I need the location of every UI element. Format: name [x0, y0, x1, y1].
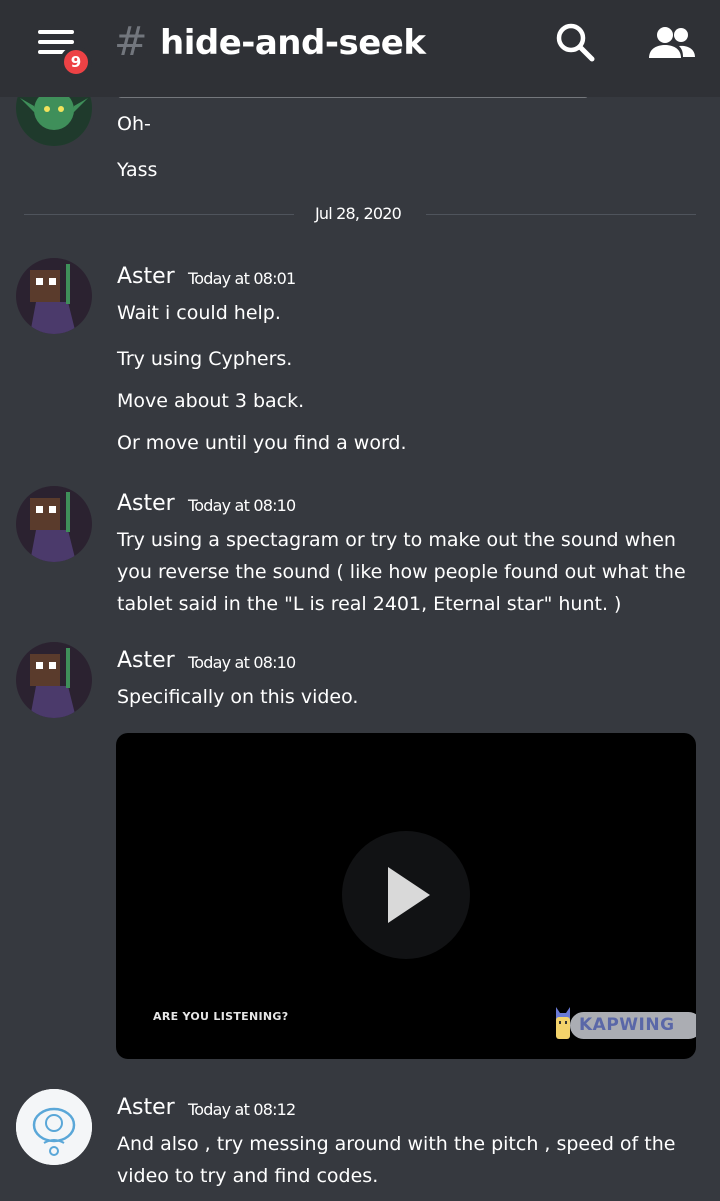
watermark-logo: KAPWING: [536, 1003, 696, 1043]
channel-title[interactable]: hide-and-seek: [160, 20, 426, 66]
message-text: Move about 3 back.: [117, 390, 305, 412]
message-text: Wait i could help.: [117, 302, 281, 324]
message-timestamp: Today at 08:01: [188, 269, 296, 288]
message-author[interactable]: Aster: [117, 489, 175, 519]
channel-header: 9 # hide-and-seek: [0, 0, 720, 97]
message-text: Try using a spectagram or try to make ou…: [117, 529, 686, 615]
message-author[interactable]: Aster: [117, 646, 175, 676]
date-divider-line-right: [426, 214, 696, 215]
avatar[interactable]: [16, 1089, 92, 1165]
date-divider: Jul 28, 2020: [314, 204, 402, 223]
message-author[interactable]: Aster: [117, 1093, 175, 1123]
avatar[interactable]: [16, 642, 92, 718]
video-embed[interactable]: ARE YOU LISTENING? KAPWING: [116, 733, 696, 1059]
message-timestamp: Today at 08:10: [188, 496, 296, 515]
message-text: Try using Cyphers.: [117, 348, 293, 370]
channel-hash-icon: #: [114, 19, 148, 65]
search-icon[interactable]: [553, 20, 599, 66]
message-author[interactable]: Aster: [117, 262, 175, 292]
video-caption: ARE YOU LISTENING?: [153, 1010, 289, 1023]
date-divider-line-left: [24, 214, 294, 215]
message-timestamp: Today at 08:10: [188, 653, 296, 672]
play-button[interactable]: [342, 831, 470, 959]
message-text: And also , try messing around with the p…: [117, 1133, 676, 1187]
avatar[interactable]: [16, 486, 92, 562]
notification-badge: 9: [60, 46, 92, 78]
members-icon[interactable]: [646, 22, 698, 64]
watermark-text: KAPWING: [579, 1015, 675, 1035]
message-text: Or move until you find a word.: [117, 432, 407, 454]
avatar[interactable]: [16, 258, 92, 334]
message-timestamp: Today at 08:12: [188, 1100, 296, 1119]
message-text: Yass: [117, 159, 158, 181]
message-text: Oh-: [117, 113, 151, 135]
message-text: Specifically on this video.: [117, 686, 359, 708]
